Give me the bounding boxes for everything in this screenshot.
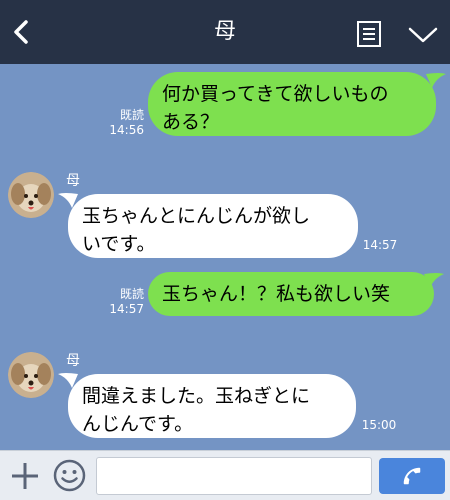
read-receipt: 既読	[119, 108, 144, 122]
emoji-icon[interactable]	[53, 459, 86, 492]
chevron-down-icon[interactable]	[408, 26, 438, 44]
note-icon[interactable]	[356, 20, 382, 48]
message-input-bar	[0, 450, 450, 500]
message-text-line: 間違えました。玉ねぎとに	[82, 385, 311, 407]
message-input[interactable]	[96, 457, 372, 495]
message-text-line: んじんです。	[82, 413, 194, 435]
message-text-line: 玉ちゃん！？私も欲しい笑	[162, 283, 391, 305]
sender-name: 母	[66, 173, 80, 189]
message-text-line: ある？	[162, 111, 220, 133]
chat-screen: 母 既読 14:56 何か買ってきて欲しいもの ある？ 母 玉ちゃんとにんじんが…	[0, 0, 450, 500]
bubble-tail	[426, 73, 446, 88]
message-meta: 既読 14:56	[106, 108, 144, 138]
bubble-tail	[424, 273, 444, 288]
call-button[interactable]	[379, 458, 445, 494]
message-text-line: いです。	[82, 233, 156, 255]
chat-title: 母	[213, 19, 236, 44]
message-time: 14:57	[362, 238, 398, 252]
sender-name: 母	[66, 353, 80, 369]
message-bubble-sent[interactable]: 玉ちゃん！？私も欲しい笑	[148, 272, 434, 316]
phone-icon	[403, 467, 421, 485]
message-time: 15:00	[361, 418, 397, 432]
plus-icon[interactable]	[9, 460, 41, 492]
message-time: 14:57	[109, 302, 144, 316]
header-bar: 母	[0, 0, 450, 64]
message-text-line: 何か買ってきて欲しいもの	[162, 83, 389, 105]
avatar[interactable]	[8, 352, 54, 398]
message-text-line: 玉ちゃんとにんじんが欲し	[82, 205, 311, 227]
message-time: 14:56	[109, 123, 144, 137]
message-bubble-received[interactable]: 玉ちゃんとにんじんが欲し いです。	[68, 194, 358, 258]
avatar[interactable]	[8, 172, 54, 218]
read-receipt: 既読	[119, 287, 144, 301]
message-meta: 既読 14:57	[106, 287, 144, 317]
message-bubble-received[interactable]: 間違えました。玉ねぎとに んじんです。	[68, 374, 356, 438]
message-bubble-sent[interactable]: 何か買ってきて欲しいもの ある？	[148, 72, 436, 136]
